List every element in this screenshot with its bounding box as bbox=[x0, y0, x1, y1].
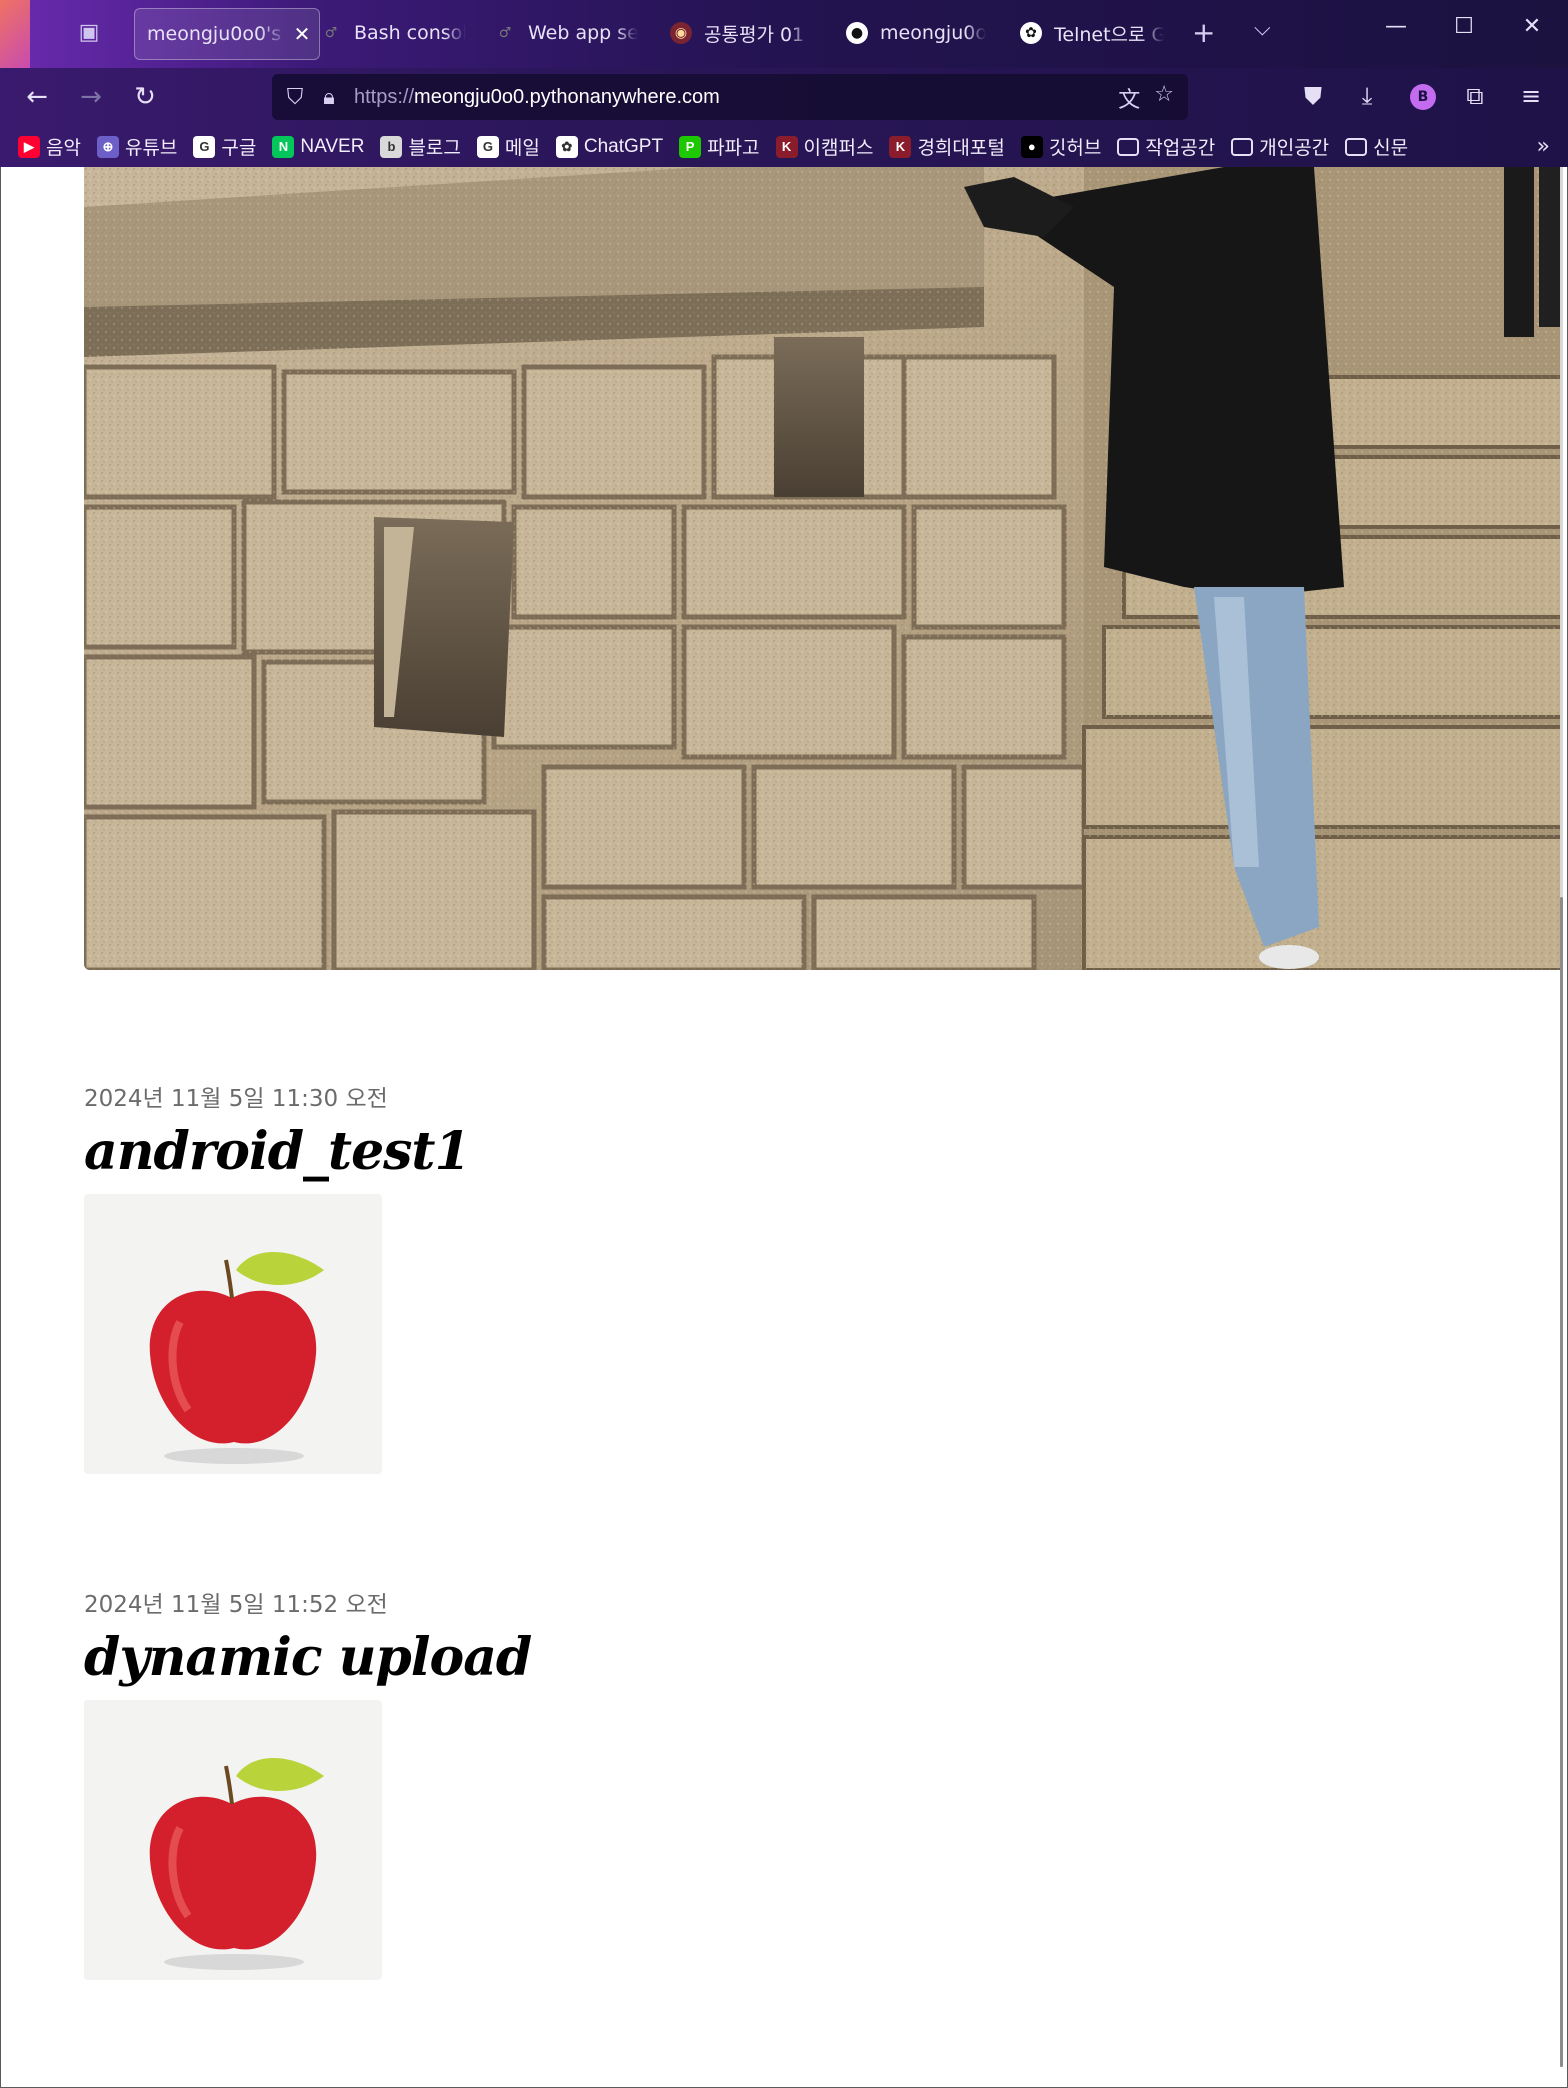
google-icon: G bbox=[193, 135, 216, 158]
tab-bar: ▣ meongju0o0's ✕ ♂ Bash console ♂ Web ap… bbox=[0, 0, 1568, 68]
bookmark-item[interactable]: G 구글 bbox=[193, 133, 256, 160]
post-image-apple bbox=[84, 1194, 382, 1474]
bookmarks-toolbar: ▶ 음악 ⊕ 유튜브 G 구글 N NAVER b 블로그 G 메일 ✿ ChatGPT P 파파고 K 이캠퍼스… bbox=[0, 126, 1568, 167]
khu-icon: K bbox=[889, 135, 912, 158]
tab-label: meongju0o0/ bbox=[880, 22, 986, 44]
tab-web-app-setup[interactable]: ♂ Web app set bbox=[494, 8, 638, 58]
post-date: 2024년 11월 5일 11:30 오전 bbox=[84, 1086, 388, 1112]
post-card: 2024년 11월 5일 11:52 오전 dynamic upload bbox=[84, 1585, 532, 1980]
bookmark-item[interactable]: ▭ 작업공간 bbox=[1117, 133, 1215, 160]
bookmark-label: 작업공간 bbox=[1145, 138, 1216, 159]
scrollbar-thumb[interactable] bbox=[1560, 897, 1563, 2067]
new-tab-button[interactable]: + bbox=[1192, 16, 1215, 49]
post-title-link[interactable]: dynamic upload bbox=[84, 1627, 532, 1688]
address-bar[interactable]: ⛉ 🔒︎ https://meongju0o0.pythonanywhere.c… bbox=[272, 74, 1188, 120]
google-icon: G bbox=[476, 135, 499, 158]
folder-icon: ▭ bbox=[1117, 137, 1140, 156]
bookmark-item[interactable]: ▶ 음악 bbox=[18, 133, 81, 160]
bookmark-label: 블로그 bbox=[408, 138, 461, 159]
translate-icon[interactable]: 文 bbox=[1118, 82, 1140, 114]
bookmark-label: 음악 bbox=[46, 138, 81, 159]
folder-icon: ▭ bbox=[1231, 137, 1254, 156]
khu-icon: ◉ bbox=[670, 22, 692, 44]
bookmark-item[interactable]: ▭ 개인공간 bbox=[1231, 133, 1329, 160]
chatgpt-icon: ✿ bbox=[1020, 22, 1042, 44]
pocket-icon[interactable]: ⛊ bbox=[1296, 82, 1330, 110]
papago-icon: P bbox=[679, 135, 702, 158]
back-arrow-icon[interactable]: ← bbox=[20, 80, 54, 114]
url-host: meongju0o0.pythonanywhere.com bbox=[414, 85, 720, 108]
bookmark-label: 경희대포털 bbox=[917, 138, 1005, 159]
list-all-tabs-chevron-icon[interactable]: ⌵ bbox=[1254, 16, 1271, 41]
tab-label: Bash console bbox=[354, 22, 466, 44]
tab-bash-console[interactable]: ♂ Bash console bbox=[320, 8, 466, 58]
post-card: 2024년 11월 5일 11:30 오전 android_test1 bbox=[84, 1079, 471, 1474]
tab-label: Web app set bbox=[528, 22, 638, 44]
bookmark-label: 이캠퍼스 bbox=[803, 138, 874, 159]
bookmark-label: 개인공간 bbox=[1259, 138, 1330, 159]
bookmark-item[interactable]: b 블로그 bbox=[380, 133, 461, 160]
post-photo-stone-wall bbox=[84, 167, 1562, 970]
bookmark-item[interactable]: ● 깃허브 bbox=[1020, 133, 1102, 160]
post-date: 2024년 11월 5일 11:52 오전 bbox=[84, 1592, 388, 1618]
forward-arrow-icon[interactable]: → bbox=[74, 80, 108, 114]
post-image-apple bbox=[84, 1700, 382, 1980]
url-scheme: https:// bbox=[354, 85, 415, 108]
download-icon[interactable]: ⤓ bbox=[1350, 82, 1384, 110]
naver-icon: N bbox=[272, 135, 295, 158]
tab-label: meongju0o0's bbox=[147, 23, 282, 45]
reload-icon[interactable]: ↻ bbox=[128, 80, 162, 114]
page-scrollbar[interactable] bbox=[1560, 167, 1563, 2067]
chatgpt-icon: ✿ bbox=[555, 135, 578, 158]
bookmark-item[interactable]: ⊕ 유튜브 bbox=[96, 133, 178, 160]
github-icon: ● bbox=[1020, 135, 1043, 158]
url-text[interactable]: https://meongju0o0.pythonanywhere.com bbox=[354, 86, 720, 109]
pythonanywhere-icon: ♂ bbox=[498, 25, 512, 41]
bookmark-label: 깃허브 bbox=[1048, 138, 1102, 159]
maximize-icon[interactable]: ☐ bbox=[1444, 14, 1484, 39]
tab-label: Telnet으로 Gi bbox=[1054, 23, 1164, 46]
tab-list-icon[interactable]: ▣ bbox=[74, 18, 104, 48]
tab-common-eval[interactable]: ◉ 공통평가 01 bbox=[670, 8, 810, 58]
bookmark-item[interactable]: P 파파고 bbox=[679, 133, 760, 160]
bookmark-label: ChatGPT bbox=[583, 135, 664, 157]
bookmarks-overflow-chevron-icon[interactable]: » bbox=[1537, 134, 1550, 159]
bookmark-item[interactable]: ✿ ChatGPT bbox=[555, 135, 664, 158]
tab-meongju-site[interactable]: meongju0o0's ✕ bbox=[134, 8, 320, 60]
github-icon: ● bbox=[846, 22, 868, 44]
bookmark-item[interactable]: K 경희대포털 bbox=[889, 133, 1005, 160]
bookmark-label: NAVER bbox=[300, 135, 365, 157]
bookmark-label: 구글 bbox=[221, 138, 257, 159]
bookmark-label: 파파고 bbox=[707, 138, 760, 159]
tab-github-repo[interactable]: ● meongju0o0/ bbox=[846, 8, 986, 58]
tab-label: 공통평가 01 bbox=[704, 23, 805, 46]
khu-icon: K bbox=[775, 135, 798, 158]
bookmark-label: 메일 bbox=[504, 138, 540, 159]
folder-icon: ▭ bbox=[1345, 137, 1368, 156]
post-title-link[interactable]: android_test1 bbox=[84, 1121, 471, 1182]
close-window-icon[interactable]: ✕ bbox=[1512, 14, 1552, 39]
navigation-bar: ← → ↻ ⛉ 🔒︎ https://meongju0o0.pythonanyw… bbox=[0, 68, 1568, 126]
browser-chrome: ▣ meongju0o0's ✕ ♂ Bash console ♂ Web ap… bbox=[0, 0, 1568, 167]
bookmark-item[interactable]: G 메일 bbox=[476, 133, 540, 160]
tab-chatgpt-telnet[interactable]: ✿ Telnet으로 Gi bbox=[1020, 8, 1164, 58]
extensions-puzzle-icon[interactable]: ⧉ bbox=[1458, 82, 1492, 110]
youtube-music-icon: ▶ bbox=[18, 135, 40, 158]
shield-icon[interactable]: ⛉ bbox=[278, 85, 312, 110]
bookmark-item[interactable]: N NAVER bbox=[272, 135, 365, 158]
bookmark-label: 신문 bbox=[1373, 138, 1409, 159]
globe-icon: ⊕ bbox=[96, 135, 119, 158]
profile-avatar[interactable]: B bbox=[1410, 84, 1436, 110]
pythonanywhere-icon: ♂ bbox=[324, 25, 338, 41]
bookmark-label: 유튜브 bbox=[124, 138, 178, 159]
page-content: 2024년 11월 5일 11:30 오전 android_test1 2024… bbox=[0, 167, 1562, 2084]
lock-icon[interactable]: 🔒︎ bbox=[312, 85, 346, 110]
close-tab-icon[interactable]: ✕ bbox=[291, 22, 313, 46]
blog-icon: b bbox=[380, 135, 403, 158]
bookmark-star-icon[interactable]: ☆ bbox=[1154, 82, 1174, 114]
menu-hamburger-icon[interactable]: ≡ bbox=[1514, 82, 1548, 110]
bookmark-item[interactable]: K 이캠퍼스 bbox=[775, 133, 874, 160]
bookmark-item[interactable]: ▭ 신문 bbox=[1345, 133, 1408, 160]
minimize-icon[interactable]: — bbox=[1376, 14, 1416, 39]
